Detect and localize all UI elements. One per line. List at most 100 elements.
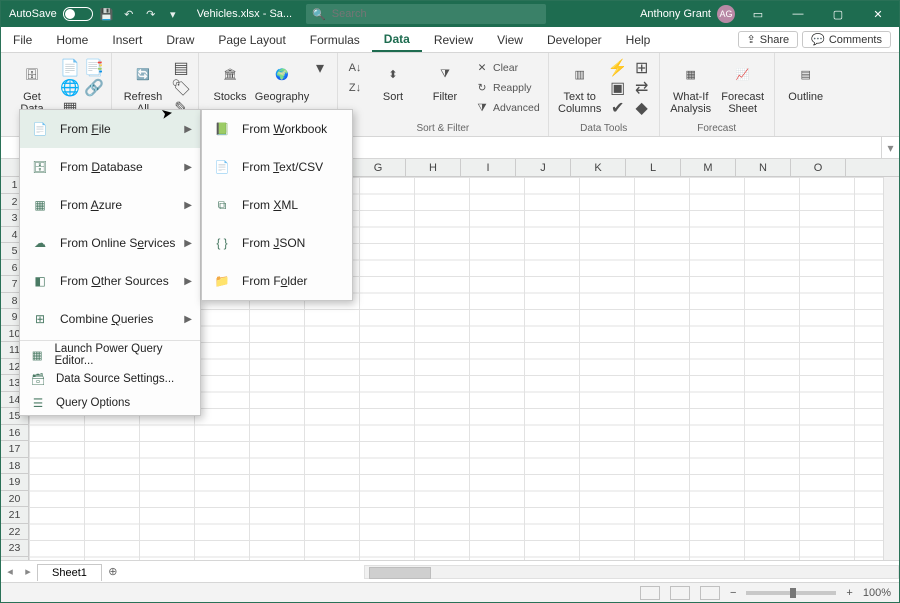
- add-sheet-button[interactable]: ⊕: [102, 565, 124, 578]
- row-header[interactable]: 23: [1, 540, 28, 557]
- menu-item[interactable]: { }From JSON: [202, 224, 352, 262]
- tab-review[interactable]: Review: [422, 27, 485, 52]
- col-header[interactable]: H: [406, 159, 461, 176]
- normal-view-icon[interactable]: [640, 586, 660, 600]
- zoom-out-icon[interactable]: −: [730, 587, 736, 599]
- remove-dup-icon[interactable]: ▣: [609, 79, 627, 97]
- geography-button[interactable]: 🌍 Geography: [259, 55, 305, 103]
- consolidate-icon[interactable]: ⊞: [633, 59, 651, 77]
- page-break-view-icon[interactable]: [700, 586, 720, 600]
- autosave-toggle[interactable]: [63, 7, 93, 21]
- filter-button[interactable]: ⧩ Filter: [422, 55, 468, 103]
- tab-view[interactable]: View: [485, 27, 535, 52]
- clear-filter-button[interactable]: ✕Clear: [474, 59, 540, 77]
- properties-icon[interactable]: 🏷: [172, 79, 190, 97]
- tab-help[interactable]: Help: [614, 27, 663, 52]
- ribbon-display-icon[interactable]: ▭: [741, 1, 775, 27]
- qat-dropdown-icon[interactable]: ▾: [165, 6, 181, 22]
- menu-item[interactable]: ⊞Combine Queries▶: [20, 300, 200, 338]
- sort-az-icon[interactable]: A↓: [346, 59, 364, 77]
- data-model-icon[interactable]: ◆: [633, 99, 651, 117]
- vertical-scrollbar[interactable]: [883, 177, 899, 560]
- col-header[interactable]: L: [626, 159, 681, 176]
- menu-item[interactable]: ☁From Online Services▶: [20, 224, 200, 262]
- tab-insert[interactable]: Insert: [100, 27, 154, 52]
- tab-data[interactable]: Data: [372, 27, 422, 52]
- text-to-columns-button[interactable]: ▥ Text to Columns: [557, 55, 603, 115]
- relationships-icon[interactable]: ⇄: [633, 79, 651, 97]
- queries-icon[interactable]: ▤: [172, 59, 190, 77]
- row-header[interactable]: 22: [1, 524, 28, 541]
- save-icon[interactable]: 💾: [99, 6, 115, 22]
- row-header[interactable]: 19: [1, 474, 28, 491]
- tab-page-layout[interactable]: Page Layout: [206, 27, 297, 52]
- row-header[interactable]: 17: [1, 441, 28, 458]
- menu-item[interactable]: 📄From Text/CSV: [202, 148, 352, 186]
- cloud-icon: ☁: [30, 233, 50, 253]
- maximize-icon[interactable]: ▢: [821, 1, 855, 27]
- row-header[interactable]: 20: [1, 491, 28, 508]
- menu-item[interactable]: ▦Launch Power Query Editor...: [20, 343, 200, 367]
- share-button[interactable]: ⇪Share: [738, 31, 799, 48]
- flash-fill-icon[interactable]: ⚡: [609, 59, 627, 77]
- user-account[interactable]: Anthony Grant AG: [640, 5, 735, 23]
- row-header[interactable]: 16: [1, 425, 28, 442]
- menu-item[interactable]: 📗From Workbook: [202, 110, 352, 148]
- menu-item[interactable]: ☰Query Options: [20, 391, 200, 415]
- stocks-button[interactable]: 🏛 Stocks: [207, 55, 253, 103]
- outline-button[interactable]: ▤ Outline: [783, 55, 829, 103]
- advanced-filter-button[interactable]: ⧩Advanced: [474, 99, 540, 117]
- forecast-sheet-button[interactable]: 📈 Forecast Sheet: [720, 55, 766, 115]
- col-header[interactable]: O: [791, 159, 846, 176]
- sheet-nav-prev[interactable]: ◂: [1, 565, 19, 578]
- col-header[interactable]: J: [516, 159, 571, 176]
- sheet-tab[interactable]: Sheet1: [37, 564, 102, 581]
- sort-button[interactable]: ⬍ Sort: [370, 55, 416, 103]
- menu-item[interactable]: 🗄From Database▶: [20, 148, 200, 186]
- zoom-level[interactable]: 100%: [863, 587, 891, 599]
- from-web-icon[interactable]: 🌐: [61, 79, 79, 97]
- page-layout-view-icon[interactable]: [670, 586, 690, 600]
- zoom-in-icon[interactable]: +: [846, 587, 852, 599]
- menu-item[interactable]: ⧉From XML: [202, 186, 352, 224]
- tab-file[interactable]: File: [1, 27, 44, 52]
- col-header[interactable]: N: [736, 159, 791, 176]
- menu-item[interactable]: 📁From Folder: [202, 262, 352, 300]
- col-header[interactable]: M: [681, 159, 736, 176]
- col-header[interactable]: K: [571, 159, 626, 176]
- azure-icon: ▦: [30, 195, 50, 215]
- data-type-more-icon[interactable]: ▾: [311, 59, 329, 77]
- sort-za-icon[interactable]: Z↓: [346, 79, 364, 97]
- close-icon[interactable]: ✕: [861, 1, 895, 27]
- get-data-button[interactable]: 🗄 Get Data: [9, 55, 55, 115]
- formula-expand-icon[interactable]: ▾: [881, 137, 899, 158]
- whatif-icon: ▦: [676, 59, 706, 89]
- comments-button[interactable]: 💬Comments: [802, 31, 891, 48]
- whatif-button[interactable]: ▦ What-If Analysis: [668, 55, 714, 115]
- recent-sources-icon[interactable]: 📑: [85, 59, 103, 77]
- horizontal-scrollbar[interactable]: [364, 565, 899, 579]
- row-header[interactable]: 21: [1, 507, 28, 524]
- sheet-nav-next[interactable]: ▸: [19, 565, 37, 578]
- col-header[interactable]: G: [351, 159, 406, 176]
- existing-conn-icon[interactable]: 🔗: [85, 79, 103, 97]
- tab-home[interactable]: Home: [44, 27, 100, 52]
- menu-item[interactable]: ◧From Other Sources▶: [20, 262, 200, 300]
- data-validation-icon[interactable]: ✔: [609, 99, 627, 117]
- search-box[interactable]: 🔍: [306, 4, 546, 24]
- col-header[interactable]: I: [461, 159, 516, 176]
- search-input[interactable]: [332, 8, 540, 20]
- tab-developer[interactable]: Developer: [535, 27, 614, 52]
- zoom-slider[interactable]: [746, 591, 836, 595]
- reapply-button[interactable]: ↻Reapply: [474, 79, 540, 97]
- undo-icon[interactable]: ↶: [121, 6, 137, 22]
- tab-draw[interactable]: Draw: [154, 27, 206, 52]
- from-text-icon[interactable]: 📄: [61, 59, 79, 77]
- menu-item-label: From Database: [60, 160, 143, 174]
- menu-item[interactable]: ▦From Azure▶: [20, 186, 200, 224]
- tab-formulas[interactable]: Formulas: [298, 27, 372, 52]
- row-header[interactable]: 18: [1, 458, 28, 475]
- redo-icon[interactable]: ↷: [143, 6, 159, 22]
- minimize-icon[interactable]: —: [781, 1, 815, 27]
- menu-item[interactable]: 🗃Data Source Settings...: [20, 367, 200, 391]
